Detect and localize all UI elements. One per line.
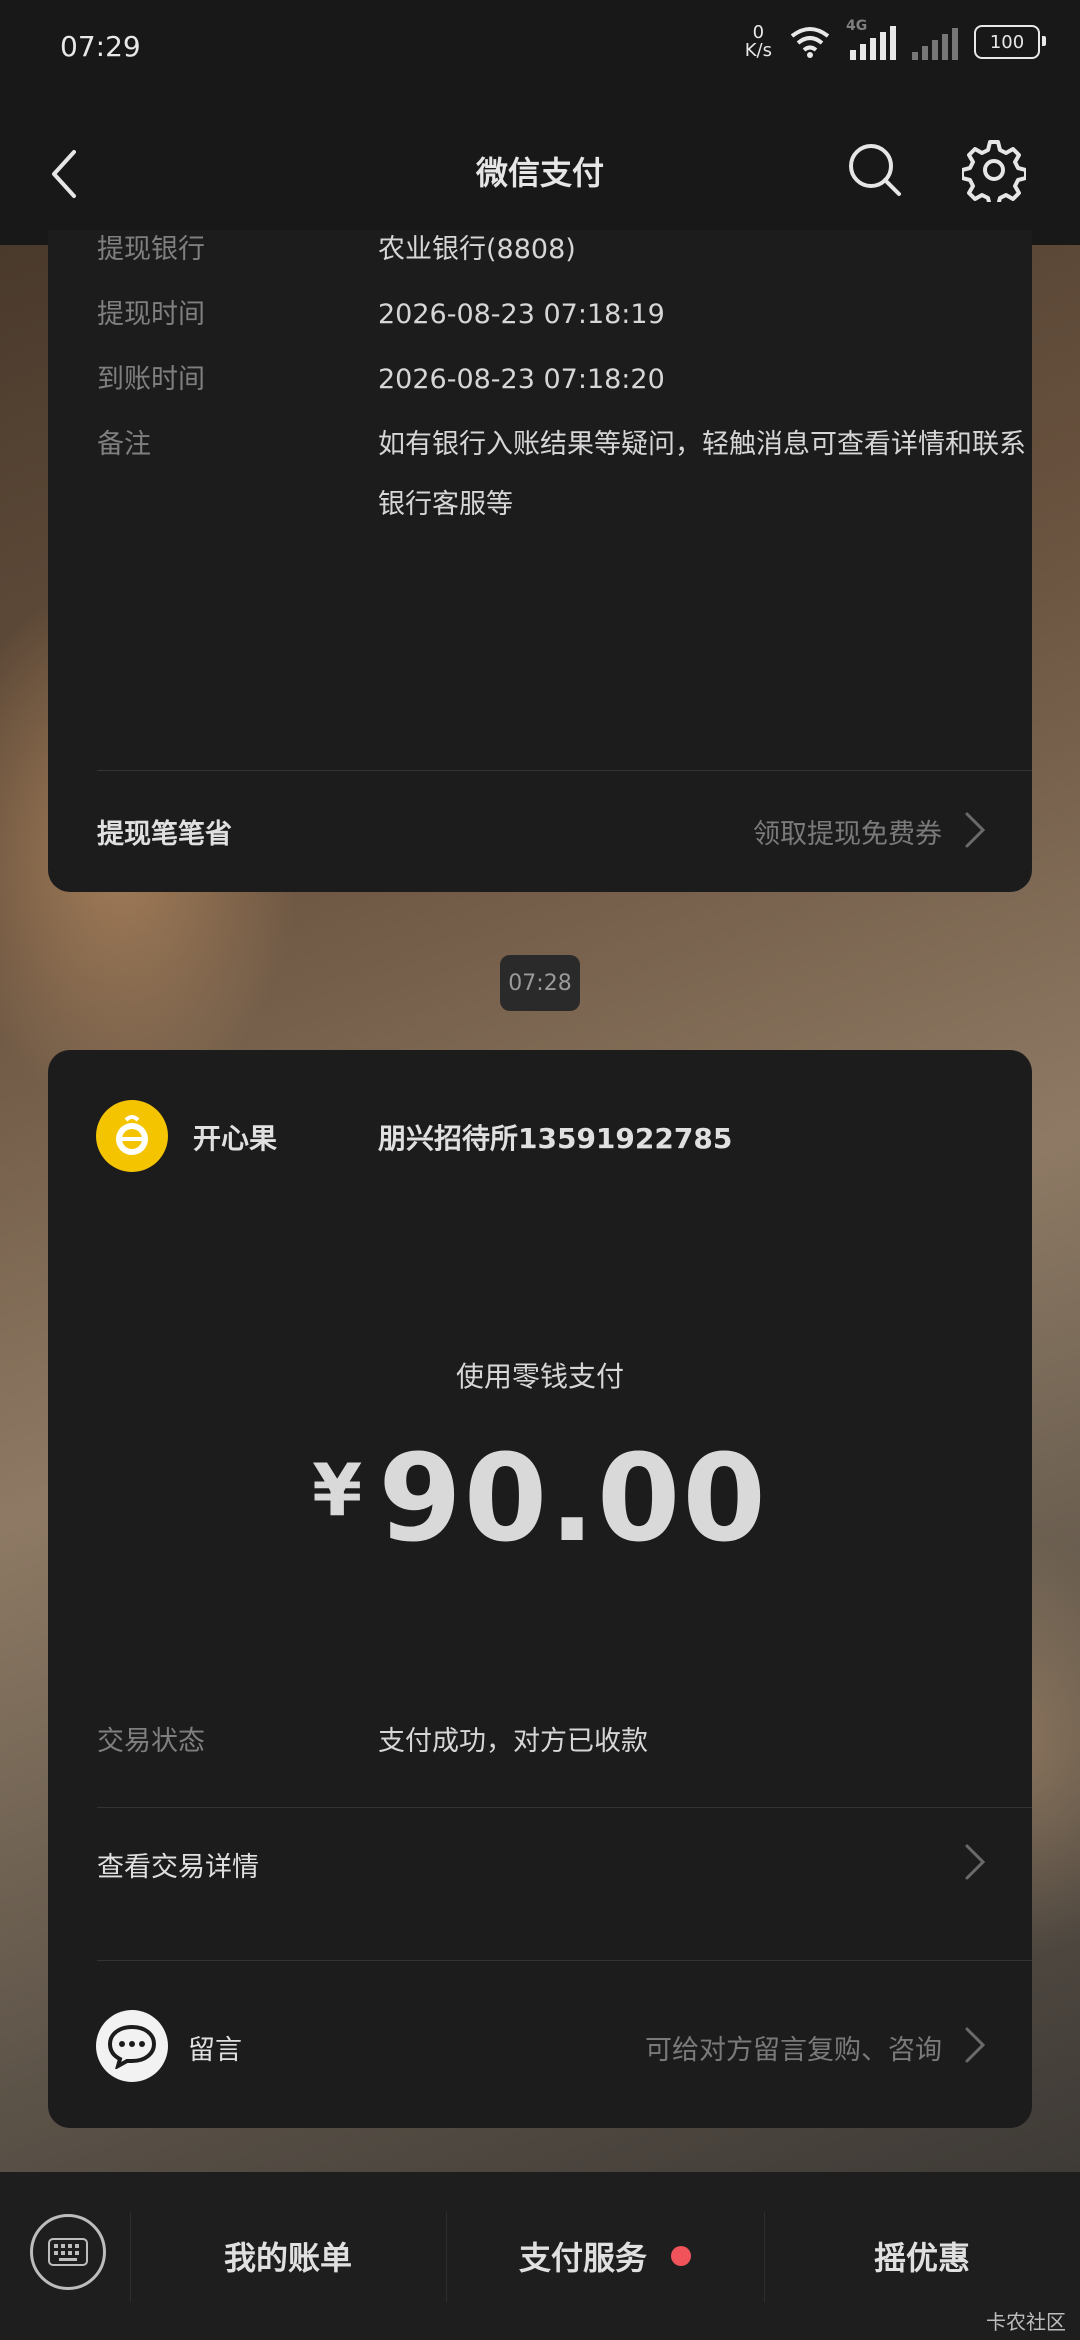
bottom-menu-bar: 我的账单 支付服务 摇优惠 <box>0 2172 1080 2340</box>
net-speed: 0 K/s <box>745 24 772 60</box>
status-value: 支付成功，对方已收款 <box>378 1726 648 1757</box>
divider <box>97 1960 1032 1961</box>
tab-shake-deals-label: 摇优惠 <box>873 2239 970 2277</box>
battery-level: 100 <box>989 31 1025 53</box>
chevron-right-icon <box>965 2027 986 2063</box>
withdraw-save-label: 提现笔笔省 <box>97 819 232 850</box>
status-time: 07:29 <box>60 30 141 63</box>
merchant-store: 朋兴招待所13591922785 <box>378 1122 733 1155</box>
tab-payment-services[interactable]: 支付服务 <box>446 2172 764 2340</box>
keyboard-toggle-button[interactable] <box>30 2214 106 2290</box>
net-speed-unit: K/s <box>744 40 772 61</box>
message-label[interactable]: 留言 <box>188 2028 242 2067</box>
remark-value: 如有银行入账结果等疑问，轻触消息可查看详情和联系银行客服等 <box>378 429 1026 520</box>
status-bar: 07:29 0 K/s 4G 100 <box>0 0 1080 100</box>
payment-amount: ¥90.00 <box>48 1430 1032 1569</box>
withdraw-time-value: 2026-08-23 07:18:19 <box>378 299 665 330</box>
tab-my-bills[interactable]: 我的账单 <box>130 2172 446 2340</box>
search-icon[interactable] <box>845 140 905 200</box>
wifi-icon <box>790 27 830 58</box>
message-icon <box>96 2010 168 2082</box>
secondary-signal-icon <box>912 24 958 60</box>
status-row: 交易状态 支付成功，对方已收款 <box>97 1712 1032 1772</box>
currency-symbol: ¥ <box>312 1448 363 1532</box>
watermark: 卡农社区 <box>986 2310 1066 2334</box>
free-coupon-link[interactable]: 领取提现免费券 <box>753 812 942 851</box>
payment-card[interactable]: 开心果 朋兴招待所13591922785 使用零钱支付 ¥90.00 交易状态 … <box>48 1050 1032 2128</box>
network-type-label: 4G <box>846 18 868 34</box>
page-title: 微信支付 <box>475 154 604 192</box>
divider <box>97 770 1032 771</box>
withdraw-card[interactable]: 提现银行 农业银行(8808) 提现时间 2026-08-23 07:18:19… <box>48 230 1032 892</box>
view-details-link[interactable]: 查看交易详情 <box>97 1845 1032 1885</box>
notification-dot <box>671 2246 691 2266</box>
keyboard-icon <box>48 2238 88 2266</box>
message-timestamp: 07:28 <box>500 955 580 1011</box>
chevron-right-icon <box>965 1844 986 1880</box>
chevron-right-icon <box>965 812 986 848</box>
message-hint[interactable]: 可给对方留言复购、咨询 <box>645 2028 942 2067</box>
withdraw-bank-label: 提现银行 <box>97 234 205 265</box>
amount-value: 90.00 <box>378 1430 768 1569</box>
withdraw-time-label: 提现时间 <box>97 299 205 330</box>
remark-row: 备注 如有银行入账结果等疑问，轻触消息可查看详情和联系银行客服等 <box>97 415 1032 520</box>
withdraw-bank-row: 提现银行 农业银行(8808) <box>97 220 1032 280</box>
arrival-time-row: 到账时间 2026-08-23 07:18:20 <box>97 350 1032 410</box>
withdraw-bank-value: 农业银行(8808) <box>378 234 576 265</box>
settings-gear-icon[interactable] <box>962 138 1026 202</box>
merchant-logo-icon <box>116 1115 148 1155</box>
remark-label: 备注 <box>97 429 151 460</box>
divider <box>97 1807 1032 1808</box>
pay-method: 使用零钱支付 <box>455 1360 624 1393</box>
merchant-logo <box>96 1100 168 1172</box>
tab-payment-services-label: 支付服务 <box>518 2239 647 2277</box>
merchant-name: 开心果 <box>193 1122 278 1155</box>
arrival-time-label: 到账时间 <box>97 364 205 395</box>
battery-icon: 100 <box>974 25 1046 59</box>
status-label: 交易状态 <box>97 1726 205 1757</box>
withdraw-time-row: 提现时间 2026-08-23 07:18:19 <box>97 285 1032 345</box>
tab-my-bills-label: 我的账单 <box>223 2239 352 2277</box>
arrival-time-value: 2026-08-23 07:18:20 <box>378 364 665 395</box>
chat-bubble-icon <box>107 2024 157 2069</box>
cellular-signal-icon: 4G <box>846 18 896 60</box>
